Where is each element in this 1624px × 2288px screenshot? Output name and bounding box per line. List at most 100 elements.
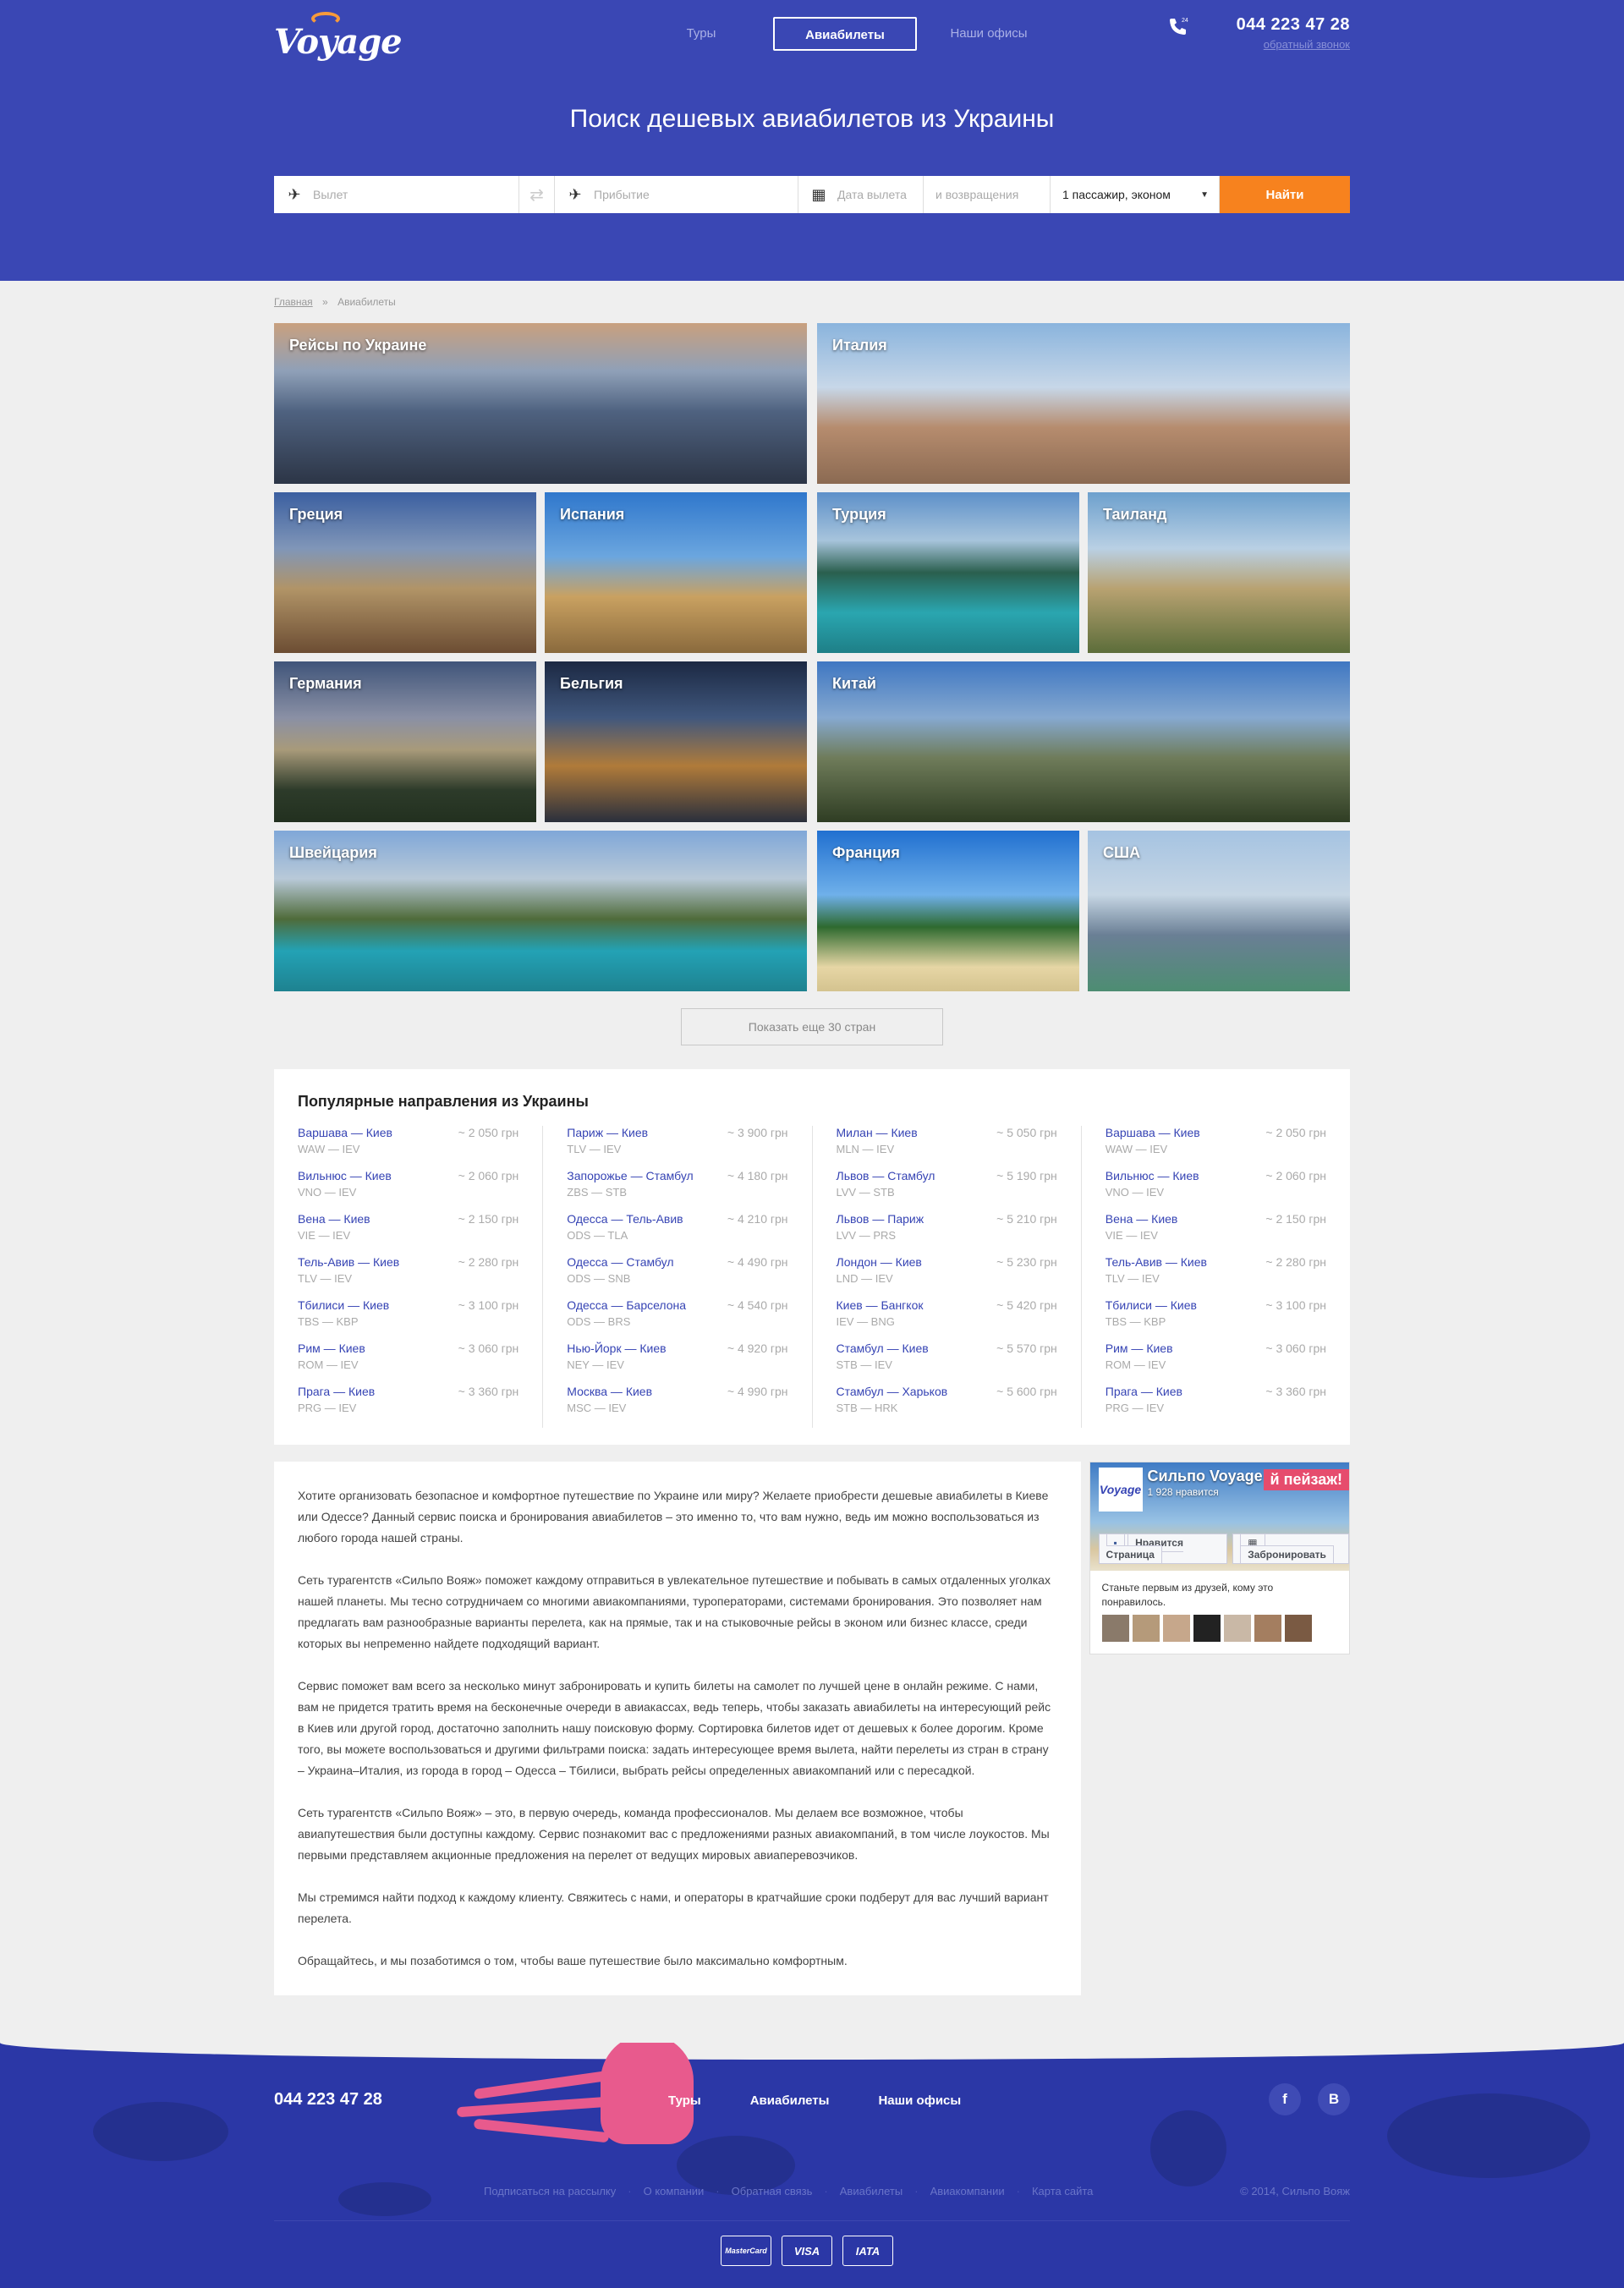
route-item[interactable]: Тель-Авив — Киев TLV — IEV ~ 2 280 грн — [1106, 1255, 1326, 1298]
route-item[interactable]: Москва — Киев MSC — IEV ~ 4 990 грн — [567, 1385, 787, 1428]
show-more-countries-button[interactable]: Показать еще 30 стран — [681, 1008, 943, 1045]
route-item[interactable]: Киев — Бангкок IEV — BNG ~ 5 420 грн — [837, 1298, 1057, 1342]
route-item[interactable]: Стамбул — Харьков STB — HRK ~ 5 600 грн — [837, 1385, 1057, 1428]
routes-column: Варшава — Киев WAW — IEV ~ 2 050 грн Вильню… — [298, 1126, 542, 1428]
footer-nav-offices[interactable]: Наши офисы — [878, 2093, 961, 2108]
departure-date-field[interactable]: ▦ Дата вылета — [798, 176, 924, 213]
avatar[interactable] — [1132, 1615, 1160, 1642]
route-item[interactable]: Милан — Киев MLN — IEV ~ 5 050 грн — [837, 1126, 1057, 1169]
destination-tile-switzerland[interactable]: Швейцария — [274, 831, 807, 991]
footer-nav-flights[interactable]: Авиабилеты — [750, 2093, 830, 2108]
fish-silhouette-icon — [93, 2102, 228, 2161]
footer-link-subscribe[interactable]: Подписаться на рассылку — [484, 2185, 616, 2197]
vkontakte-icon[interactable]: В — [1318, 2083, 1350, 2115]
destinations-grid: Рейсы по Украине Италия Греция Испания Т… — [274, 323, 1350, 991]
swap-button[interactable]: ⇄ — [519, 176, 555, 213]
avatar[interactable] — [1254, 1615, 1281, 1642]
destination-tile-germany[interactable]: Германия — [274, 661, 536, 822]
route-item[interactable]: Тбилиси — Киев TBS — KBP ~ 3 100 грн — [298, 1298, 518, 1342]
route-price: ~ 4 990 грн — [727, 1385, 788, 1398]
passengers-select[interactable]: 1 пассажир, эконом ▼ — [1051, 176, 1220, 213]
article-paragraph: Сеть турагентств «Сильпо Вояж» поможет к… — [298, 1573, 1051, 1650]
route-price: ~ 4 210 грн — [727, 1212, 788, 1226]
route-price: ~ 5 210 грн — [996, 1212, 1057, 1226]
route-item[interactable]: Прага — Киев PRG — IEV ~ 3 360 грн — [1106, 1385, 1326, 1428]
nav-item-tours[interactable]: Туры — [629, 17, 773, 51]
return-date-field[interactable]: и возвращения — [924, 176, 1051, 213]
copyright: © 2014, Сильпо Вояж — [1240, 2185, 1350, 2197]
route-item[interactable]: Вильнюс — Киев VNO — IEV ~ 2 060 грн — [298, 1169, 518, 1212]
footer-link-feedback[interactable]: Обратная связь — [732, 2185, 813, 2197]
route-item[interactable]: Париж — Киев TLV — IEV ~ 3 900 грн — [567, 1126, 787, 1169]
fb-friends: Станьте первым из друзей, кому это понра… — [1090, 1571, 1349, 1652]
destination-tile-china[interactable]: Китай — [817, 661, 1350, 822]
route-codes: STB — HRK — [836, 1402, 898, 1414]
avatar[interactable] — [1284, 1615, 1312, 1642]
footer-link-divider: · — [716, 2185, 720, 2197]
route-item[interactable]: Запорожье — Стамбул ZBS — STB ~ 4 180 грн — [567, 1169, 787, 1212]
departure-field[interactable]: ✈ Вылет — [274, 176, 519, 213]
route-item[interactable]: Варшава — Киев WAW — IEV ~ 2 050 грн — [298, 1126, 518, 1169]
passengers-value: 1 пассажир, эконом — [1062, 188, 1171, 201]
departure-date-placeholder: Дата вылета — [837, 188, 907, 201]
footer-link-about[interactable]: О компании — [644, 2185, 705, 2197]
avatar[interactable] — [1193, 1615, 1221, 1642]
route-item[interactable]: Рим — Киев ROM — IEV ~ 3 060 грн — [1106, 1342, 1326, 1385]
fb-page-name[interactable]: Сильпо Voyage — [1148, 1468, 1263, 1485]
route-item[interactable]: Львов — Париж LVV — PRS ~ 5 210 грн — [837, 1212, 1057, 1255]
route-item[interactable]: Одесса — Барселона ODS — BRS ~ 4 540 грн — [567, 1298, 787, 1342]
route-item[interactable]: Варшава — Киев WAW — IEV ~ 2 050 грн — [1106, 1126, 1326, 1169]
route-price: ~ 4 540 грн — [727, 1298, 788, 1312]
footer-phone[interactable]: 044 223 47 28 — [274, 2090, 382, 2110]
route-price: ~ 4 920 грн — [727, 1342, 788, 1355]
footer-divider — [274, 2220, 1350, 2221]
return-date-placeholder: и возвращения — [935, 188, 1019, 201]
destination-tile-belgium[interactable]: Бельгия — [545, 661, 807, 822]
footer-link-flights[interactable]: Авиабилеты — [840, 2185, 903, 2197]
fb-like-page-button[interactable]: ▪ Нравится Страница — [1098, 1534, 1228, 1564]
avatar[interactable] — [1101, 1615, 1129, 1642]
footer-nav-tours[interactable]: Туры — [668, 2093, 701, 2108]
callback-link[interactable]: обратный звонок — [1237, 38, 1350, 51]
destination-tile-france[interactable]: Франция — [817, 831, 1079, 991]
route-item[interactable]: Стамбул — Киев STB — IEV ~ 5 570 грн — [837, 1342, 1057, 1385]
header-phone[interactable]: 044 223 47 28 — [1237, 15, 1350, 35]
destination-tile-italy[interactable]: Италия — [817, 323, 1350, 484]
avatar[interactable] — [1162, 1615, 1190, 1642]
facebook-icon[interactable]: f — [1269, 2083, 1301, 2115]
destination-tile-spain[interactable]: Испания — [545, 492, 807, 653]
logo[interactable]: Voyage — [274, 10, 403, 62]
visa-icon: VISA — [782, 2236, 832, 2266]
seo-article: Хотите организовать безопасное и комфорт… — [274, 1462, 1081, 1995]
route-item[interactable]: Тбилиси — Киев TBS — KBP ~ 3 100 грн — [1106, 1298, 1326, 1342]
destination-tile-greece[interactable]: Греция — [274, 492, 536, 653]
breadcrumb-home[interactable]: Главная — [274, 296, 313, 308]
destination-tile-turkey[interactable]: Турция — [817, 492, 1079, 653]
footer-link-airlines[interactable]: Авиакомпании — [930, 2185, 1005, 2197]
route-item[interactable]: Одесса — Стамбул ODS — SNB ~ 4 490 грн — [567, 1255, 787, 1298]
avatar[interactable] — [1223, 1615, 1251, 1642]
destination-tile-ukraine[interactable]: Рейсы по Украине — [274, 323, 807, 484]
route-item[interactable]: Нью-Йорк — Киев NEY — IEV ~ 4 920 грн — [567, 1342, 787, 1385]
search-submit-button[interactable]: Найти — [1220, 176, 1350, 213]
footer-link-sitemap[interactable]: Карта сайта — [1032, 2185, 1093, 2197]
route-item[interactable]: Лондон — Киев LND — IEV ~ 5 230 грн — [837, 1255, 1057, 1298]
destination-label: Швейцария — [289, 844, 377, 861]
destination-tile-usa[interactable]: США — [1088, 831, 1350, 991]
route-item[interactable]: Рим — Киев ROM — IEV ~ 3 060 грн — [298, 1342, 518, 1385]
nav-item-flights[interactable]: Авиабилеты — [773, 17, 917, 51]
route-item[interactable]: Вена — Киев VIE — IEV ~ 2 150 грн — [1106, 1212, 1326, 1255]
arrival-field[interactable]: ✈ Прибытие — [555, 176, 798, 213]
route-item[interactable]: Одесса — Тель-Авив ODS — TLA ~ 4 210 грн — [567, 1212, 787, 1255]
nav-item-offices[interactable]: Наши офисы — [917, 17, 1061, 51]
facebook-widget: й пейзаж! Voyage Сильпо Voyage 1 928 нра… — [1089, 1462, 1350, 1654]
mastercard-icon: MasterCard — [721, 2236, 771, 2266]
route-item[interactable]: Вильнюс — Киев VNO — IEV ~ 2 060 грн — [1106, 1169, 1326, 1212]
route-item[interactable]: Тель-Авив — Киев TLV — IEV ~ 2 280 грн — [298, 1255, 518, 1298]
fb-page-avatar[interactable]: Voyage — [1098, 1468, 1143, 1512]
destination-tile-thailand[interactable]: Таиланд — [1088, 492, 1350, 653]
route-item[interactable]: Львов — Стамбул LVV — STB ~ 5 190 грн — [837, 1169, 1057, 1212]
route-item[interactable]: Вена — Киев VIE — IEV ~ 2 150 грн — [298, 1212, 518, 1255]
fb-book-button[interactable]: ▦ Забронировать — [1232, 1534, 1349, 1564]
route-item[interactable]: Прага — Киев PRG — IEV ~ 3 360 грн — [298, 1385, 518, 1428]
